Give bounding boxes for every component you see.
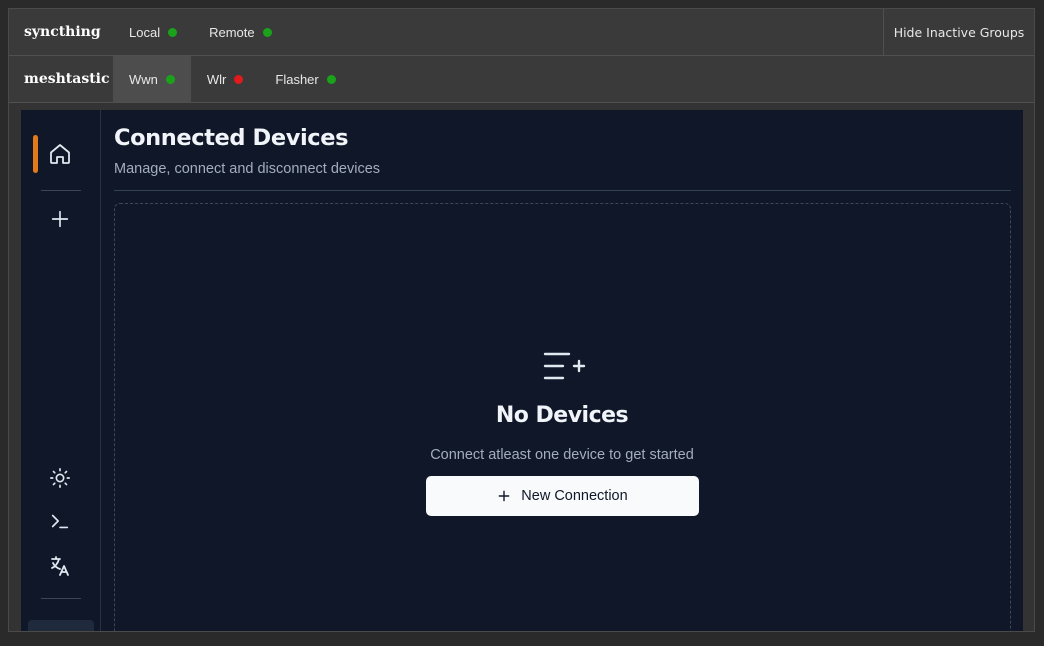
group-tabs: Wwn Wlr Flasher xyxy=(113,56,352,102)
main-content: Connected Devices Manage, connect and di… xyxy=(101,110,1023,631)
empty-state-title: No Devices xyxy=(495,403,629,428)
group-name: meshtastic xyxy=(24,71,110,87)
tab-label: Flasher xyxy=(275,71,319,87)
status-dot xyxy=(262,27,272,37)
plus-icon[interactable] xyxy=(47,206,73,232)
tab-label: Local xyxy=(129,24,161,40)
tab-wwn[interactable]: Wwn xyxy=(113,56,191,102)
group-tabs: Local Remote xyxy=(113,9,288,55)
sidebar-divider xyxy=(41,190,81,191)
list-plus-icon xyxy=(542,350,586,382)
sun-icon[interactable] xyxy=(47,465,73,491)
new-connection-button[interactable]: New Connection xyxy=(426,476,699,516)
status-dot xyxy=(326,74,336,84)
status-dot xyxy=(165,74,175,84)
header-divider xyxy=(114,190,1011,191)
page-title: Connected Devices xyxy=(114,125,349,151)
hide-inactive-groups-button[interactable]: Hide Inactive Groups xyxy=(883,9,1034,55)
tab-local[interactable]: Local xyxy=(113,9,193,55)
empty-state-description: Connect atleast one device to get starte… xyxy=(430,447,694,463)
group-row-meshtastic: meshtastic Wwn Wlr Flasher xyxy=(9,56,1034,103)
home-icon[interactable] xyxy=(47,141,73,167)
sidebar xyxy=(21,110,101,631)
tab-remote[interactable]: Remote xyxy=(193,9,288,55)
active-indicator xyxy=(33,135,38,173)
plus-icon xyxy=(498,490,510,502)
translate-icon[interactable] xyxy=(47,553,73,579)
tab-label: Wwn xyxy=(129,71,158,87)
tab-wlr[interactable]: Wlr xyxy=(191,56,260,102)
group-row-syncthing: syncthing Local Remote Hide Inactive Gro… xyxy=(9,9,1034,56)
status-dot xyxy=(168,27,178,37)
tab-label: Remote xyxy=(209,24,255,40)
sidebar-divider xyxy=(41,598,81,599)
sidebar-footer-button[interactable] xyxy=(28,620,94,631)
app-frame: syncthing Local Remote Hide Inactive Gro… xyxy=(8,8,1035,632)
group-name: syncthing xyxy=(24,24,101,40)
tab-label: Wlr xyxy=(206,71,227,87)
new-connection-label: New Connection xyxy=(521,488,628,504)
terminal-icon[interactable] xyxy=(47,508,73,534)
tab-flasher[interactable]: Flasher xyxy=(259,56,351,102)
status-dot xyxy=(234,74,244,84)
meshtastic-app: Connected Devices Manage, connect and di… xyxy=(21,110,1023,631)
page-subtitle: Manage, connect and disconnect devices xyxy=(114,161,381,177)
